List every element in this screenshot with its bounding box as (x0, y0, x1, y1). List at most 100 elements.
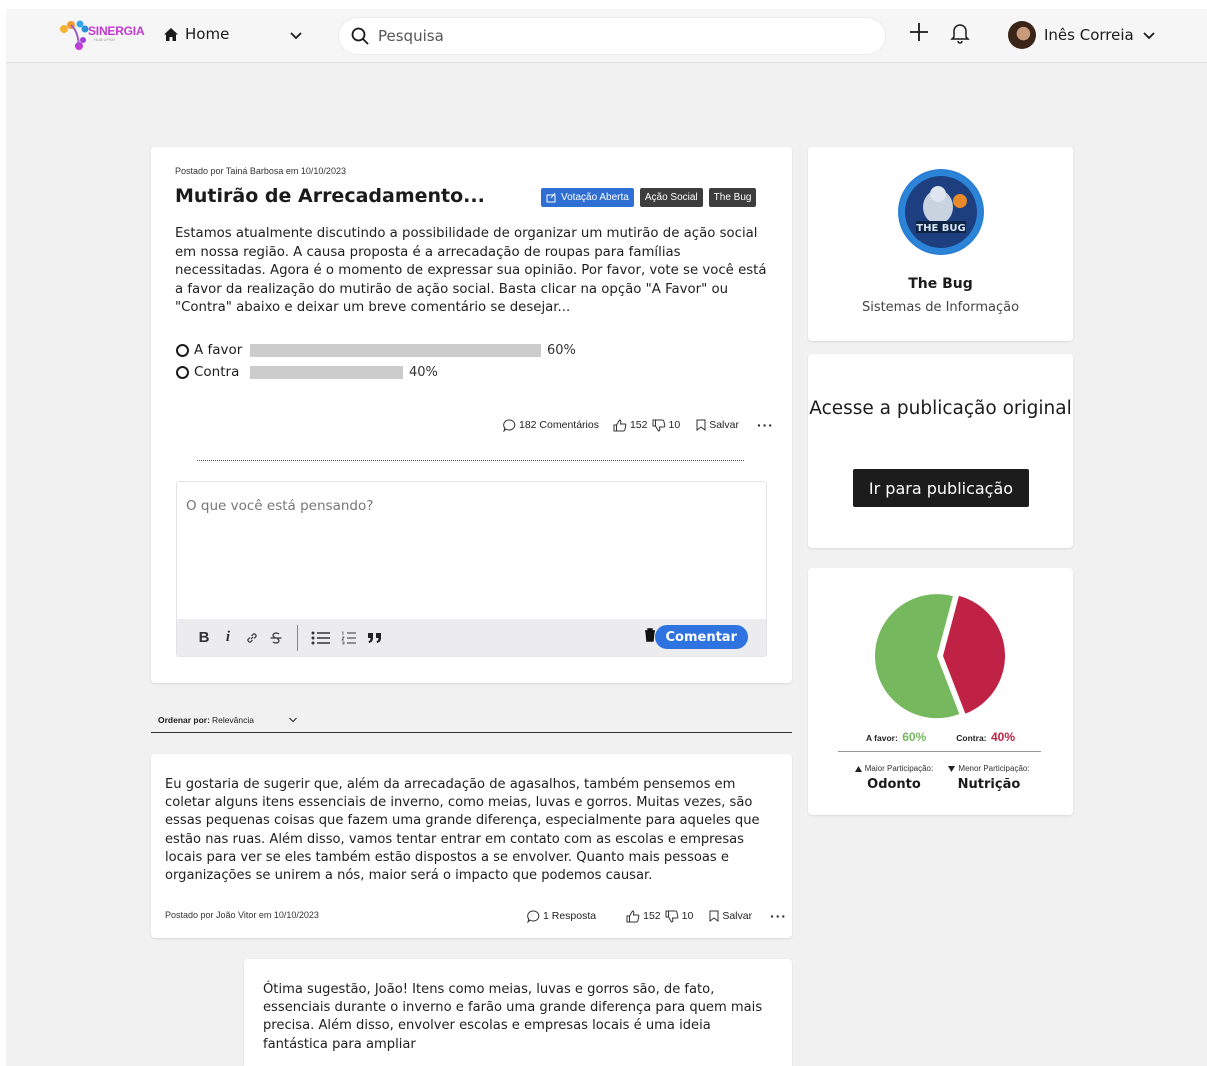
add-icon[interactable] (908, 21, 930, 43)
search-input[interactable] (378, 27, 858, 45)
tag-label: Votação Aberta (561, 192, 629, 203)
poll-option-contra[interactable]: Contra 40% (176, 361, 576, 383)
comments-button[interactable]: 182 Comentários (503, 418, 599, 432)
like-count: 152 (629, 419, 648, 431)
go-to-post-button[interactable]: Ir para publicação (853, 469, 1029, 507)
comment-composer: B i (176, 481, 767, 657)
dislike-button[interactable]: 10 (652, 419, 681, 432)
home-label: Home (185, 25, 230, 43)
group-name: The Bug (908, 276, 973, 292)
legend-favor-value: 60% (902, 730, 927, 744)
chevron-down-icon (1143, 32, 1155, 40)
thumbs-up-icon (626, 909, 640, 922)
legend-favor-label: A favor: (865, 733, 898, 743)
bold-icon[interactable]: B (193, 627, 215, 649)
like-button[interactable]: 152 (613, 418, 648, 432)
toolbar-separator (297, 624, 298, 651)
formatting-toolbar: B i Comentar (177, 619, 766, 656)
poll-option-label: A favor (194, 342, 243, 358)
radio-button[interactable] (176, 343, 189, 357)
bullet-list-icon[interactable] (308, 627, 334, 649)
comment-input[interactable] (177, 482, 766, 617)
comment-card: Eu gostaria de sugerir que, além da arre… (151, 754, 792, 938)
radio-button[interactable] (176, 365, 189, 379)
divider (838, 751, 1041, 752)
poll-option-favor[interactable]: A favor 60% (176, 339, 576, 361)
user-menu[interactable]: Inês Correia (1008, 21, 1156, 49)
group-subtitle: Sistemas de Informação (861, 300, 1020, 315)
top-bar: SINERGIA HUB UFSM Home Pesquisa Inês Cor… (6, 9, 1207, 63)
sort-control[interactable]: Ordenar por: Relevância (151, 715, 792, 733)
dislike-button[interactable]: 10 (665, 910, 694, 923)
dislike-count: 10 (681, 910, 694, 922)
group-profile-card[interactable]: THE BUG The Bug Sistemas de Informação (808, 147, 1073, 341)
italic-icon[interactable]: i (217, 627, 239, 649)
poll-stats-card: A favor: 60% Contra: 40% Maior Participa… (808, 568, 1073, 815)
like-count: 152 (643, 910, 661, 922)
comment-meta: Postado por João Vitor em 10/10/2023 (165, 910, 319, 920)
ballot-icon (546, 192, 556, 203)
search-bar[interactable] (339, 18, 885, 54)
search-icon (351, 27, 369, 45)
replies-count: 1 Resposta (543, 910, 597, 922)
thumbs-down-icon (652, 419, 665, 432)
pie-chart (875, 594, 1005, 719)
poll-percent: 60% (547, 342, 576, 358)
chevron-down-icon[interactable] (289, 28, 303, 42)
reply-text: Ótima sugestão, João! Itens como meias, … (263, 982, 763, 1052)
poll-bar (250, 365, 403, 379)
chevron-down-icon[interactable] (288, 715, 298, 725)
tag-acao-social[interactable]: Ação Social (639, 188, 703, 207)
dislike-count: 10 (668, 419, 681, 431)
replies-button[interactable]: 1 Resposta (527, 909, 597, 923)
poll-bar (250, 343, 541, 357)
bookmark-icon (696, 419, 706, 431)
sort-label: Ordenar por: (158, 715, 210, 725)
logo[interactable]: SINERGIA HUB UFSM (54, 16, 145, 54)
poll-percent: 40% (409, 364, 438, 380)
save-button[interactable]: Salvar (696, 419, 739, 431)
poll: A favor 60% Contra 40% (176, 339, 576, 383)
tag-the-bug[interactable]: The Bug (708, 188, 757, 207)
comment-icon (527, 909, 540, 923)
comment-actions: 1 Resposta 152 10 Salvar ··· (527, 908, 787, 924)
poll-option-label: Contra (194, 364, 240, 380)
user-name: Inês Correia (1044, 26, 1134, 44)
min-participation-label: Menor Participação: (958, 764, 1030, 773)
save-label: Salvar (709, 419, 739, 431)
quote-icon[interactable] (364, 627, 386, 649)
post-body: Estamos atualmente discutindo a possibil… (175, 226, 767, 315)
post-meta: Postado por Tainá Barbosa em 10/10/2023 (175, 166, 346, 176)
post-actions: 182 Comentários 152 10 Salvar ··· (503, 417, 774, 433)
home-icon (164, 27, 178, 41)
numbered-list-icon[interactable] (336, 627, 362, 649)
min-participation: Menor Participação: Nutrição (939, 764, 1039, 792)
comment-button[interactable]: Comentar (654, 625, 748, 649)
thumbs-up-icon (613, 418, 627, 431)
max-participation: Maior Participação: Odonto (844, 764, 944, 792)
comment-text: Eu gostaria de sugerir que, além da arre… (165, 777, 760, 884)
comments-count: 182 Comentários (519, 419, 599, 431)
app-window: SINERGIA HUB UFSM Home Pesquisa Inês Cor… (6, 9, 1207, 1066)
like-button[interactable]: 152 (626, 909, 661, 923)
triangle-up-icon (854, 765, 862, 772)
save-label: Salvar (722, 910, 753, 922)
post-card: Postado por Tainá Barbosa em 10/10/2023 … (151, 147, 792, 683)
more-options-icon[interactable]: ··· (757, 417, 774, 433)
tag-votacao-aberta[interactable]: Votação Aberta (541, 188, 634, 207)
max-participation-label: Maior Participação: (864, 764, 934, 773)
triangle-down-icon (948, 765, 956, 772)
bell-icon[interactable] (950, 22, 970, 44)
save-button[interactable]: Salvar (709, 910, 752, 922)
bookmark-icon (709, 910, 719, 922)
home-nav[interactable]: Home (163, 25, 229, 43)
sort-value: Relevância (211, 715, 255, 725)
max-participation-value: Odonto (867, 777, 921, 792)
logo-text: SINERGIA (88, 24, 145, 38)
strikethrough-icon[interactable] (265, 627, 287, 649)
post-title[interactable]: Mutirão de Arrecadamento... (175, 185, 485, 207)
divider (197, 460, 744, 461)
more-options-icon[interactable]: ··· (770, 908, 787, 924)
thumbs-down-icon (665, 910, 678, 923)
link-icon[interactable] (241, 627, 263, 649)
